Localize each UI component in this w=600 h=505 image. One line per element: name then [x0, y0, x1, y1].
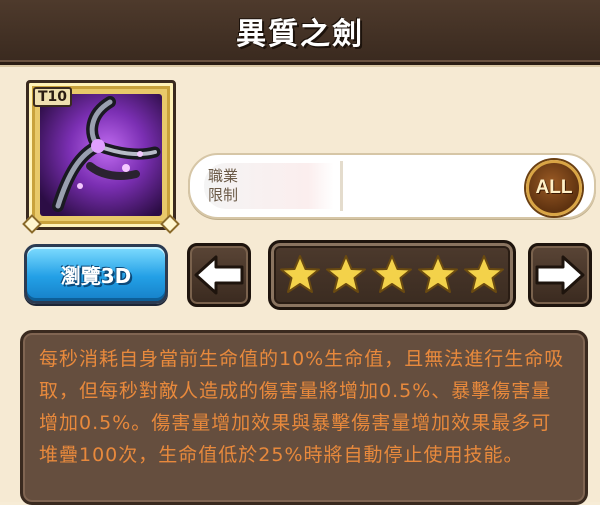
star-icon [464, 255, 504, 293]
class-restriction-panel: 職業 限制 ALL [188, 153, 596, 219]
tier-badge: T10 [33, 87, 73, 107]
star-rating [268, 240, 516, 310]
arrow-right-icon [535, 255, 585, 295]
class-restriction-label-line1: 職業 [208, 167, 239, 185]
title-bar: 異質之劍 [0, 0, 600, 65]
star-icon [326, 255, 366, 293]
skill-description-text: 每秒消耗自身當前生命值的10%生命值，且無法進行生命吸取，但每秒對敵人造成的傷害… [39, 348, 565, 466]
item-artwork [40, 94, 162, 216]
item-title: 異質之劍 [236, 17, 364, 52]
star-icon [418, 255, 458, 293]
class-restriction-label: 職業 限制 [204, 163, 334, 209]
class-restriction-label-line2: 限制 [208, 186, 239, 204]
previous-grade-button[interactable] [187, 243, 251, 307]
star-icon [280, 255, 320, 293]
all-classes-badge: ALL [526, 160, 582, 216]
skill-description-box: 每秒消耗自身當前生命值的10%生命值，且無法進行生命吸取，但每秒對敵人造成的傷害… [20, 330, 588, 505]
divider [340, 161, 343, 211]
star-icon [372, 255, 412, 293]
next-grade-button[interactable] [528, 243, 592, 307]
dark-blade-bow-icon [52, 96, 161, 212]
view-3d-button[interactable]: 瀏覽3D [24, 244, 168, 304]
arrow-left-icon [194, 255, 244, 295]
item-icon-frame: T10 [22, 80, 180, 234]
